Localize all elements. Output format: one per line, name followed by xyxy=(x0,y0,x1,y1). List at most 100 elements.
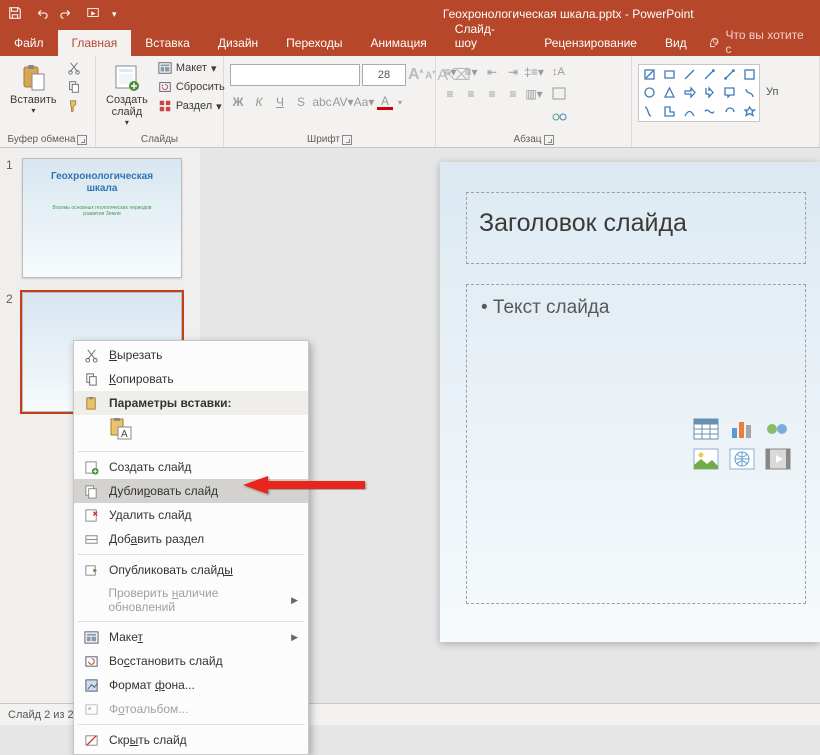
ctx-cut[interactable]: Вырезать xyxy=(74,343,308,367)
paragraph-dialog-launcher[interactable] xyxy=(544,135,554,145)
underline-icon[interactable]: Ч xyxy=(272,94,288,110)
format-painter-button[interactable] xyxy=(65,98,83,114)
decrease-indent-icon[interactable]: ⇤ xyxy=(484,64,500,80)
ctx-delete-slide[interactable]: Удалить слайд xyxy=(74,503,308,527)
align-center-icon[interactable]: ≡ xyxy=(463,86,479,102)
scissors-icon xyxy=(82,347,100,363)
tab-animations[interactable]: Анимация xyxy=(356,30,440,56)
font-dialog-launcher[interactable] xyxy=(342,135,352,145)
grow-font-icon[interactable]: A▴ xyxy=(408,66,423,84)
duplicate-icon xyxy=(82,483,100,499)
cut-button[interactable] xyxy=(65,60,83,76)
paste-button[interactable]: Вставить ▾ xyxy=(6,60,61,117)
save-icon[interactable] xyxy=(8,6,22,23)
tab-transitions[interactable]: Переходы xyxy=(272,30,356,56)
ctx-format-background[interactable]: Формат фона... xyxy=(74,673,308,697)
start-from-beginning-icon[interactable] xyxy=(86,6,100,23)
format-bg-icon xyxy=(82,677,100,693)
ribbon: Вставить ▾ Буфер обмена Создать слайд ▾ … xyxy=(0,56,820,148)
numbering-icon[interactable]: ≡▾ xyxy=(463,64,479,80)
smartart-icon[interactable] xyxy=(552,110,568,129)
strikethrough-icon[interactable]: S xyxy=(293,94,309,110)
italic-icon[interactable]: К xyxy=(251,94,267,110)
tab-insert[interactable]: Вставка xyxy=(131,30,204,56)
insert-video-icon[interactable] xyxy=(765,448,791,470)
content-placeholder-icons xyxy=(693,418,793,470)
align-left-icon[interactable]: ≡ xyxy=(442,86,458,102)
ctx-hide-slide[interactable]: Скрыть слайд xyxy=(74,728,308,752)
svg-text:A: A xyxy=(121,429,128,440)
publish-icon xyxy=(82,562,100,578)
font-color-icon[interactable]: A xyxy=(377,94,393,110)
insert-smartart-icon[interactable] xyxy=(765,418,791,440)
font-size-input[interactable] xyxy=(362,64,406,86)
paste-label: Вставить xyxy=(10,94,57,106)
section-button[interactable]: Раздел ▾ xyxy=(156,98,227,114)
columns-icon[interactable]: ▥▾ xyxy=(526,86,542,102)
change-case-icon[interactable]: Aa▾ xyxy=(356,94,372,110)
ctx-restore-slide[interactable]: Восстановить слайд xyxy=(74,649,308,673)
tab-design[interactable]: Дизайн xyxy=(204,30,272,56)
ctx-check-updates: Проверить наличие обновлений▶ xyxy=(74,582,308,618)
copy-button[interactable] xyxy=(65,79,83,95)
increase-indent-icon[interactable]: ⇥ xyxy=(505,64,521,80)
ctx-paste-option-keep-formatting[interactable]: A xyxy=(74,415,308,448)
layout-button[interactable]: Макет ▾ xyxy=(156,60,227,76)
insert-table-icon[interactable] xyxy=(693,418,719,440)
tab-slideshow[interactable]: Слайд-шоу xyxy=(441,16,530,56)
shapes-gallery[interactable] xyxy=(638,64,760,122)
redo-icon[interactable] xyxy=(60,6,74,23)
justify-icon[interactable]: ≡ xyxy=(505,86,521,102)
tab-view[interactable]: Вид xyxy=(651,30,701,56)
current-slide[interactable]: Заголовок слайда • Текст слайда xyxy=(440,162,820,642)
photo-album-icon xyxy=(82,701,100,717)
shrink-font-icon[interactable]: A▾ xyxy=(425,69,435,81)
ctx-add-section[interactable]: Добавить раздел xyxy=(74,527,308,551)
annotation-arrow xyxy=(240,470,370,500)
reset-button[interactable]: Сбросить xyxy=(156,79,227,95)
insert-picture-icon[interactable] xyxy=(693,448,719,470)
clipboard-dialog-launcher[interactable] xyxy=(77,135,87,145)
clipboard-icon xyxy=(82,395,100,411)
section-icon xyxy=(82,531,100,547)
bold-icon[interactable]: Ж xyxy=(230,94,246,110)
char-spacing-icon[interactable]: AV▾ xyxy=(335,94,351,110)
tell-me[interactable]: Что вы хотите с xyxy=(701,28,820,56)
thumb-number: 1 xyxy=(6,158,16,172)
title-bar: ▾ Геохронологическая шкала.pptx - PowerP… xyxy=(0,0,820,28)
svg-text:↕A: ↕A xyxy=(552,66,566,78)
status-slide-number[interactable]: Слайд 2 из 2 xyxy=(8,709,74,721)
insert-online-picture-icon[interactable] xyxy=(729,448,755,470)
slide-thumbnail-1[interactable]: Геохронологическая шкала Восемь основных… xyxy=(22,158,182,278)
align-right-icon[interactable]: ≡ xyxy=(484,86,500,102)
layout-icon xyxy=(82,629,100,645)
tell-me-label: Что вы хотите с xyxy=(726,28,812,56)
tab-home[interactable]: Главная xyxy=(58,30,132,56)
line-spacing-icon[interactable]: ‡≡▾ xyxy=(526,64,542,80)
group-font: A▴ A▾ A⌫ Ж К Ч S abc AV▾ Aa▾ A ▾ Шрифт xyxy=(224,56,436,147)
drawing-more[interactable]: Уп xyxy=(766,64,778,98)
insert-chart-icon[interactable] xyxy=(729,418,755,440)
text-direction-icon[interactable]: ↕A xyxy=(552,64,568,83)
group-paragraph-label: Абзац xyxy=(513,134,541,145)
ribbon-tabs: Файл Главная Вставка Дизайн Переходы Ани… xyxy=(0,28,820,56)
tab-file[interactable]: Файл xyxy=(0,30,58,56)
font-name-input[interactable] xyxy=(230,64,360,86)
title-placeholder[interactable]: Заголовок слайда xyxy=(466,192,806,264)
align-text-icon[interactable] xyxy=(552,87,568,106)
bullets-icon[interactable]: ≡▾ xyxy=(442,64,458,80)
group-paragraph: ≡▾ ≡▾ ⇤ ⇥ ‡≡▾ ≡ ≡ ≡ ≡ ▥▾ ↕A xyxy=(436,56,632,147)
group-clipboard-label: Буфер обмена xyxy=(8,134,76,145)
ctx-copy[interactable]: Копировать xyxy=(74,367,308,391)
shadow-icon[interactable]: abc xyxy=(314,94,330,110)
quick-access-toolbar: ▾ xyxy=(0,6,117,23)
body-placeholder[interactable]: • Текст слайда xyxy=(466,284,806,604)
tab-review[interactable]: Рецензирование xyxy=(530,30,651,56)
new-slide-button[interactable]: Создать слайд ▾ xyxy=(102,60,152,129)
undo-icon[interactable] xyxy=(34,6,48,23)
ctx-publish-slides[interactable]: Опубликовать слайды xyxy=(74,558,308,582)
ctx-layout[interactable]: Макет▶ xyxy=(74,625,308,649)
hide-icon xyxy=(82,732,100,748)
body-text: • Текст слайда xyxy=(481,297,609,318)
copy-icon xyxy=(82,371,100,387)
